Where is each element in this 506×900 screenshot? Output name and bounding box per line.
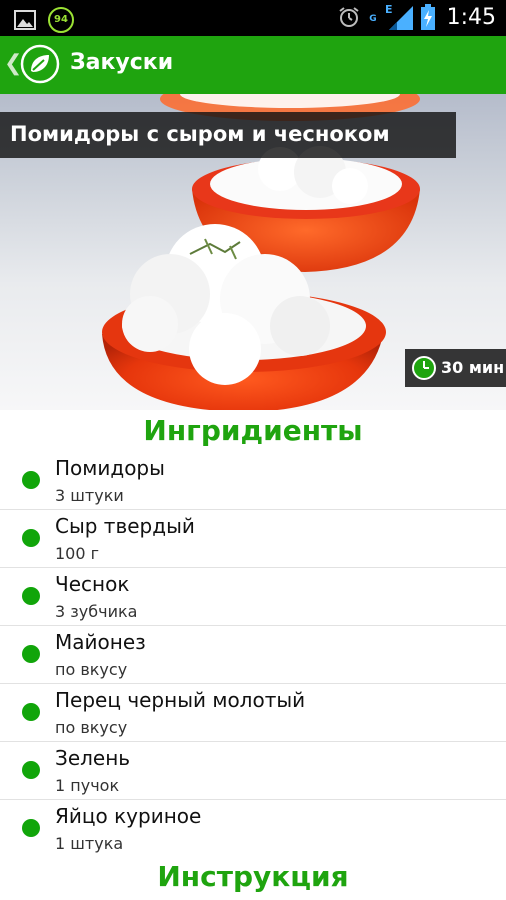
status-bar-system: G E 1:45 xyxy=(337,4,496,30)
list-item[interactable]: Помидоры 3 штуки xyxy=(0,452,506,510)
ingredient-name: Помидоры xyxy=(55,456,165,480)
ingredient-name: Сыр твердый xyxy=(55,514,195,538)
action-bar: ❮ Закуски xyxy=(0,36,506,94)
ingredient-quantity: по вкусу xyxy=(55,660,128,679)
ingredient-name: Зелень xyxy=(55,746,131,770)
bullet-icon xyxy=(22,645,40,663)
network-type-e: E xyxy=(385,4,393,16)
alarm-icon xyxy=(339,7,359,27)
leaf-logo-icon[interactable] xyxy=(20,44,60,84)
ingredient-list: Помидоры 3 штуки Сыр твердый 100 г Чесно… xyxy=(0,452,506,857)
status-bar: 94 G E 1:45 xyxy=(0,0,506,36)
ingredient-name: Перец черный молотый xyxy=(55,688,306,712)
bullet-icon xyxy=(22,761,40,779)
bullet-icon xyxy=(22,587,40,605)
ingredient-quantity: 1 штука xyxy=(55,834,124,853)
list-item[interactable]: Перец черный молотый по вкусу xyxy=(0,684,506,742)
list-item[interactable]: Майонез по вкусу xyxy=(0,626,506,684)
ingredient-name: Яйцо куриное xyxy=(55,804,202,828)
battery-charging-icon xyxy=(420,4,435,30)
ingredient-name: Чеснок xyxy=(55,572,130,596)
ingredient-quantity: по вкусу xyxy=(55,718,128,737)
cook-time: 30 мин xyxy=(441,358,505,377)
list-item[interactable]: Сыр твердый 100 г xyxy=(0,510,506,568)
bullet-icon xyxy=(22,471,40,489)
list-item[interactable]: Зелень 1 пучок xyxy=(0,742,506,800)
ingredient-quantity: 100 г xyxy=(55,544,100,563)
gallery-icon xyxy=(14,10,36,30)
battery-percent-icon: 94 xyxy=(48,7,74,33)
recipe-title-banner: Помидоры с сыром и чесноком xyxy=(0,112,456,158)
bullet-icon xyxy=(22,819,40,837)
recipe-title: Помидоры с сыром и чесноком xyxy=(10,122,390,146)
network-type-g: G xyxy=(369,14,377,24)
status-bar-notifications: 94 xyxy=(14,7,74,33)
ingredient-quantity: 3 штуки xyxy=(55,486,124,505)
ingredients-heading: Ингридиенты xyxy=(143,414,363,447)
list-item[interactable]: Чеснок 3 зубчика xyxy=(0,568,506,626)
cook-time-badge: 30 мин xyxy=(405,349,506,387)
signal-icon: E xyxy=(385,4,413,30)
bullet-icon xyxy=(22,529,40,547)
page-title: Закуски xyxy=(70,50,174,75)
ingredient-name: Майонез xyxy=(55,630,146,654)
ingredient-quantity: 1 пучок xyxy=(55,776,120,795)
recipe-photo: Помидоры с сыром и чесноком 30 мин xyxy=(0,94,506,410)
instructions-heading: Инструкция xyxy=(157,860,349,893)
bullet-icon xyxy=(22,703,40,721)
status-time: 1:45 xyxy=(446,4,496,30)
ingredient-quantity: 3 зубчика xyxy=(55,602,138,621)
list-item[interactable]: Яйцо куриное 1 штука xyxy=(0,800,506,857)
clock-icon xyxy=(412,356,436,380)
